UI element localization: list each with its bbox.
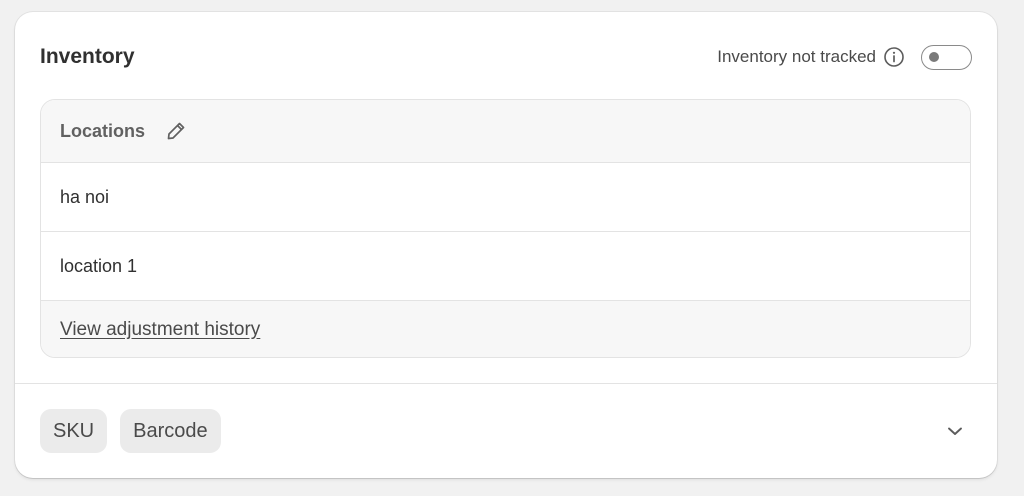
view-adjustment-history-link[interactable]: View adjustment history <box>60 319 260 341</box>
locations-header: Locations <box>41 100 970 163</box>
inventory-card: Inventory Inventory not tracked Location… <box>15 12 997 478</box>
inventory-tracking: Inventory not tracked <box>717 44 972 70</box>
location-row: location 1 <box>41 232 970 301</box>
location-name: location 1 <box>60 255 138 276</box>
pencil-icon[interactable] <box>164 119 188 143</box>
location-row: ha noi <box>41 163 970 232</box>
inventory-tracking-toggle[interactable] <box>921 44 972 70</box>
toggle-knob <box>929 51 939 62</box>
locations-header-label: Locations <box>60 120 146 141</box>
locations-panel: Locations ha noi location 1 View adjustm… <box>40 99 971 358</box>
locations-footer: View adjustment history <box>41 301 970 357</box>
barcode-button[interactable]: Barcode <box>120 409 221 453</box>
info-icon[interactable] <box>883 46 905 68</box>
card-header: Inventory Inventory not tracked <box>40 44 972 70</box>
identifiers-row: SKU Barcode <box>40 409 972 453</box>
section-divider <box>15 383 997 384</box>
card-title: Inventory <box>40 45 135 68</box>
location-name: ha noi <box>60 186 110 207</box>
chevron-down-icon[interactable] <box>943 419 967 443</box>
sku-button[interactable]: SKU <box>40 409 108 453</box>
tracking-label: Inventory not tracked <box>717 47 876 66</box>
